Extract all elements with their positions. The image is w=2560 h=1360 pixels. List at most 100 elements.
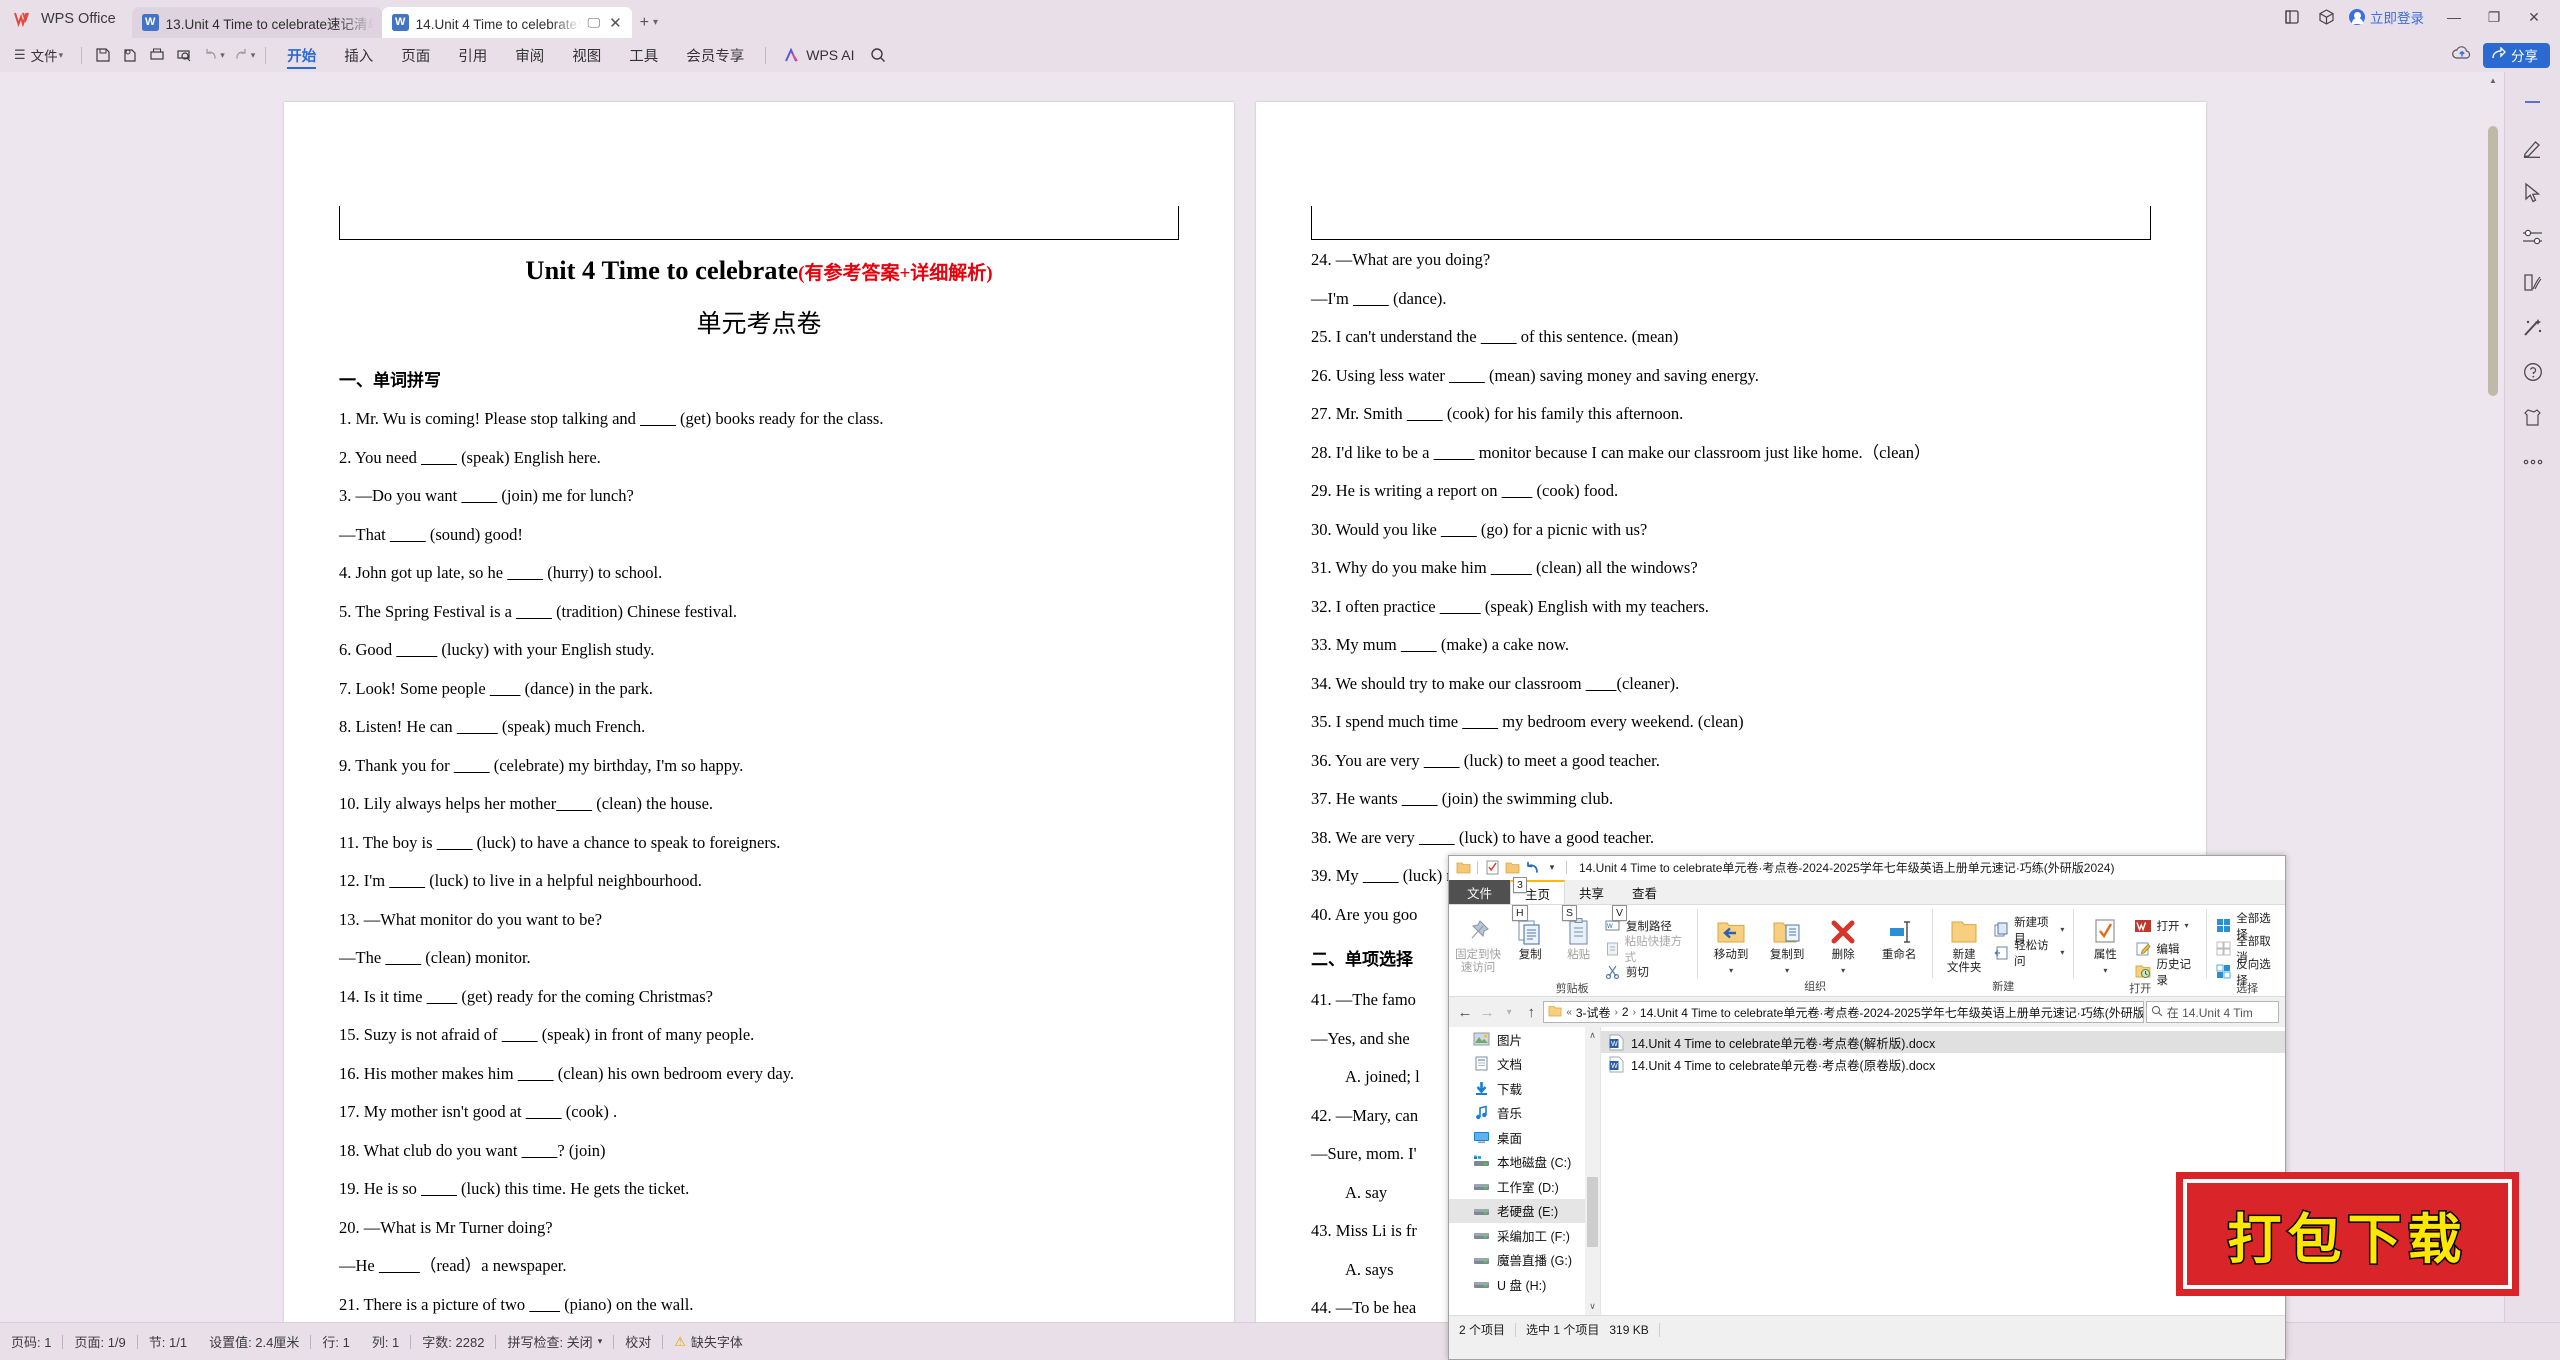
pen-icon[interactable] [2520,135,2546,159]
login-button[interactable]: 立即登录 [2343,2,2434,32]
status-word-count[interactable]: 字数: 2282 [411,1332,495,1351]
tab-view[interactable]: 查看 [1618,880,1671,904]
save-icon[interactable] [89,42,116,68]
history-button[interactable]: 历史记录 [2131,959,2201,987]
tab-page[interactable]: 页面 [387,38,444,72]
tab-view[interactable]: 视图 [558,38,615,72]
scroll-up-icon[interactable]: ▲ [2482,76,2504,85]
search-icon[interactable] [864,42,891,68]
file-explorer-window[interactable]: ▾ 14.Unit 4 Time to celebrate单元卷·考点卷-202… [1448,855,2286,1360]
breadcrumb-item-3[interactable]: 14.Unit 4 Time to celebrate单元卷·考点卷-2024-… [1640,1004,2143,1021]
cut-button[interactable]: 剪切 [1601,961,1692,982]
cube-icon[interactable] [2309,2,2343,32]
search-input[interactable]: 在 14.Unit 4 Tim [2145,1001,2279,1023]
wps-ai-button[interactable]: WPS AI [773,47,864,63]
forward-button[interactable]: → [1477,1004,1497,1021]
move-to-button[interactable]: 移动到 ▾ [1703,909,1759,977]
share-button[interactable]: 分享 [2483,42,2550,68]
customize-toolbar-icon[interactable]: ▾ [1544,860,1560,875]
nav-item-0[interactable]: 图片 [1449,1027,1600,1052]
delete-button[interactable]: 删除 ▾ [1815,909,1871,977]
chevron-down-icon[interactable]: ▾ [251,50,256,61]
document-page-left[interactable]: Unit 4 Time to celebrate(有参考答案+详细解析) 单元考… [284,102,1234,1360]
chevron-down-icon[interactable]: ▾ [2060,925,2064,934]
monitor-icon[interactable]: 🖵 [588,15,601,31]
print-preview-icon[interactable] [170,42,197,68]
status-col[interactable]: 列: 1 [361,1332,410,1351]
status-setting-value[interactable]: 设置值: 2.4厘米 [198,1332,310,1351]
status-missing-font[interactable]: ⚠ 缺失字体 [663,1332,754,1351]
invert-selection-button[interactable]: 反向选择 [2212,959,2282,987]
file-menu-button[interactable]: ☰ 文件 ▾ [0,45,74,65]
address-input[interactable]: « 3-试卷 › 2 › 14.Unit 4 Time to celebrate… [1543,1001,2144,1023]
breadcrumb-item-2[interactable]: 2 [1622,1005,1629,1019]
vertical-scrollbar[interactable]: ▲ [2482,72,2504,1322]
cursor-icon[interactable] [2520,180,2546,204]
properties-button[interactable]: 属性 ▾ [2079,909,2131,977]
chevron-down-icon[interactable]: ▾ [653,17,658,28]
back-button[interactable]: ← [1455,1004,1475,1021]
easy-access-button[interactable]: 轻松访问 ▾ [1990,940,2068,968]
chevron-down-icon[interactable]: ▾ [2184,921,2188,930]
status-pages[interactable]: 页面: 1/9 [63,1332,136,1351]
cloud-upload-icon[interactable] [2451,44,2473,66]
nav-item-1[interactable]: 文档 [1449,1052,1600,1077]
help-icon[interactable] [2520,360,2546,384]
file-list-item[interactable]: W 14.Unit 4 Time to celebrate单元卷·考点卷(解析版)… [1601,1031,2285,1053]
window-snap-icon[interactable] [2275,2,2309,32]
restore-button[interactable]: ❐ [2474,1,2514,33]
tab-insert[interactable]: 插入 [330,38,387,72]
magic-wand-icon[interactable] [2520,315,2546,339]
folder-icon[interactable] [1455,860,1471,875]
document-tab-2[interactable]: W 14.Unit 4 Time to celebrate单 🖵 ✕ [381,7,632,38]
nav-item-4[interactable]: 桌面 [1449,1125,1600,1150]
status-spellcheck[interactable]: 拼写检查: 关闭 ▾ [496,1332,613,1351]
chevron-down-icon[interactable]: ▾ [1841,964,1845,977]
status-section[interactable]: 节: 1/1 [138,1332,198,1351]
save-as-icon[interactable] [116,42,143,68]
explorer-nav-pane[interactable]: 图片 文档 下载 音乐 桌面 本地磁盘 (C:) 工作室 (D:) 老硬盘 (E:) 采编加工 … [1449,1027,1601,1315]
nav-item-6[interactable]: 工作室 (D:) [1449,1174,1600,1199]
close-button[interactable]: ✕ [2514,1,2554,33]
minimize-button[interactable]: — [2434,1,2474,33]
shirt-icon[interactable] [2520,405,2546,429]
settings-slider-icon[interactable] [2520,225,2546,249]
tab-reference[interactable]: 引用 [444,38,501,72]
nav-item-9[interactable]: 魔兽直播 (G:) [1449,1248,1600,1273]
nav-item-10[interactable]: U 盘 (H:) [1449,1272,1600,1297]
hand-tools-icon[interactable] [2520,270,2546,294]
document-tab-1[interactable]: W 13.Unit 4 Time to celebrate速记清单 [131,7,382,38]
nav-scrollbar-thumb[interactable] [1587,1177,1598,1247]
more-icon[interactable] [2520,450,2546,474]
nav-item-3[interactable]: 音乐 [1449,1101,1600,1126]
pin-to-quick-access-button[interactable]: 固定到快 速访问 [1452,909,1504,975]
file-list-item[interactable]: W 14.Unit 4 Time to celebrate单元卷·考点卷(原卷版)… [1601,1053,2285,1075]
tab-file[interactable]: 文件 [1449,880,1511,904]
print-icon[interactable] [143,42,170,68]
paste-shortcut-button[interactable]: 粘贴快捷方式 [1601,936,1692,964]
tab-share[interactable]: 共享 [1565,880,1618,904]
collapse-rail-icon[interactable] [2520,90,2546,114]
chevron-down-icon[interactable]: ▾ [1785,964,1789,977]
open-with-wps-button[interactable]: 打开 ▾ [2131,915,2201,936]
tab-review[interactable]: 审阅 [501,38,558,72]
up-button[interactable]: ↑ [1521,1004,1541,1021]
rename-button[interactable]: 重命名 [1871,909,1927,962]
properties-icon[interactable] [1484,860,1500,875]
chevron-down-icon[interactable]: ▾ [220,50,225,61]
nav-item-7[interactable]: 老硬盘 (E:) [1449,1198,1600,1223]
nav-item-5[interactable]: 本地磁盘 (C:) [1449,1150,1600,1175]
nav-item-2[interactable]: 下载 [1449,1076,1600,1101]
chevron-down-icon[interactable]: ▾ [1729,964,1733,977]
status-page-number[interactable]: 页码: 1 [0,1332,62,1351]
chevron-down-icon[interactable]: ▾ [2060,948,2064,957]
recent-locations-icon[interactable]: ▾ [1499,1007,1519,1018]
tab-tools[interactable]: 工具 [615,38,672,72]
tab-member[interactable]: 会员专享 [672,38,758,72]
scroll-up-icon[interactable]: ∧ [1589,1030,1596,1041]
scrollbar-thumb[interactable] [2488,126,2498,396]
breadcrumb-item-1[interactable]: 3-试卷 [1576,1004,1611,1021]
new-tab-button[interactable]: + ▾ [632,7,666,38]
close-icon[interactable]: ✕ [607,14,624,32]
chevron-down-icon[interactable]: ▾ [2103,964,2107,977]
